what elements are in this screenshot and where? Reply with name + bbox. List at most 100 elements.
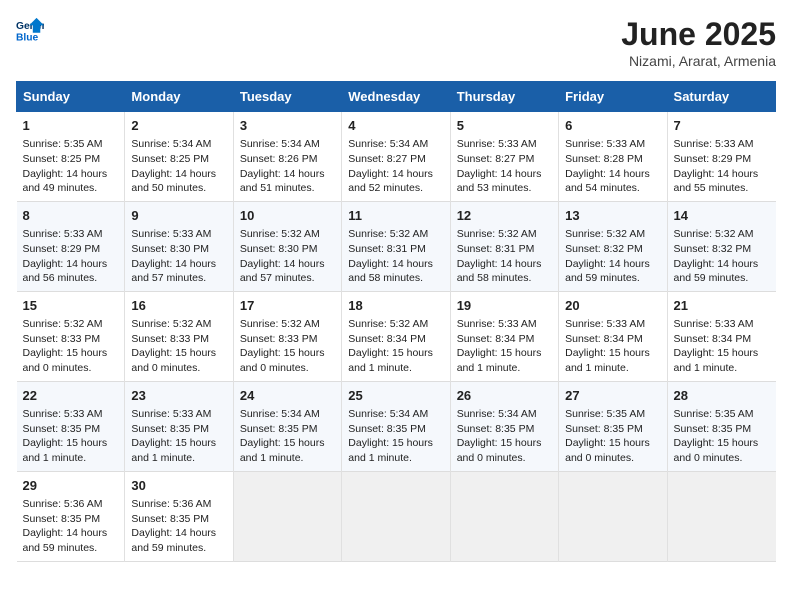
- calendar-cell: 16Sunrise: 5:32 AMSunset: 8:33 PMDayligh…: [125, 291, 233, 381]
- calendar-week-row: 22Sunrise: 5:33 AMSunset: 8:35 PMDayligh…: [17, 381, 776, 471]
- calendar-cell: 7Sunrise: 5:33 AMSunset: 8:29 PMDaylight…: [667, 112, 775, 202]
- calendar-week-row: 29Sunrise: 5:36 AMSunset: 8:35 PMDayligh…: [17, 471, 776, 561]
- day-number: 13: [565, 207, 660, 225]
- sunset-text: Sunset: 8:32 PM: [674, 243, 752, 255]
- day-number: 17: [240, 297, 335, 315]
- sunrise-text: Sunrise: 5:34 AM: [348, 138, 428, 150]
- daylight-text: Daylight: 15 hours and 1 minute.: [240, 437, 325, 464]
- sunrise-text: Sunrise: 5:33 AM: [23, 408, 103, 420]
- daylight-text: Daylight: 15 hours and 1 minute.: [457, 347, 542, 374]
- calendar-week-row: 8Sunrise: 5:33 AMSunset: 8:29 PMDaylight…: [17, 201, 776, 291]
- sunrise-text: Sunrise: 5:33 AM: [457, 318, 537, 330]
- sunrise-text: Sunrise: 5:36 AM: [131, 498, 211, 510]
- sunrise-text: Sunrise: 5:32 AM: [348, 228, 428, 240]
- sunrise-text: Sunrise: 5:34 AM: [131, 138, 211, 150]
- day-number: 26: [457, 387, 552, 405]
- sunset-text: Sunset: 8:35 PM: [674, 423, 752, 435]
- sunrise-text: Sunrise: 5:32 AM: [23, 318, 103, 330]
- sunrise-text: Sunrise: 5:33 AM: [131, 408, 211, 420]
- sunset-text: Sunset: 8:25 PM: [23, 153, 101, 165]
- calendar-cell: [342, 471, 450, 561]
- sunrise-text: Sunrise: 5:32 AM: [240, 318, 320, 330]
- sunset-text: Sunset: 8:33 PM: [131, 333, 209, 345]
- daylight-text: Daylight: 14 hours and 58 minutes.: [348, 258, 433, 285]
- main-title: June 2025: [621, 16, 776, 53]
- sunset-text: Sunset: 8:33 PM: [240, 333, 318, 345]
- day-number: 7: [674, 117, 770, 135]
- daylight-text: Daylight: 14 hours and 59 minutes.: [674, 258, 759, 285]
- daylight-text: Daylight: 15 hours and 0 minutes.: [565, 437, 650, 464]
- header-friday: Friday: [559, 82, 667, 112]
- calendar-cell: 20Sunrise: 5:33 AMSunset: 8:34 PMDayligh…: [559, 291, 667, 381]
- header-thursday: Thursday: [450, 82, 558, 112]
- sunset-text: Sunset: 8:34 PM: [348, 333, 426, 345]
- day-number: 28: [674, 387, 770, 405]
- calendar-header-row: Sunday Monday Tuesday Wednesday Thursday…: [17, 82, 776, 112]
- sunset-text: Sunset: 8:29 PM: [23, 243, 101, 255]
- daylight-text: Daylight: 15 hours and 1 minute.: [674, 347, 759, 374]
- sunrise-text: Sunrise: 5:35 AM: [23, 138, 103, 150]
- day-number: 1: [23, 117, 119, 135]
- day-number: 29: [23, 477, 119, 495]
- sunset-text: Sunset: 8:34 PM: [457, 333, 535, 345]
- daylight-text: Daylight: 15 hours and 0 minutes.: [674, 437, 759, 464]
- calendar-cell: [450, 471, 558, 561]
- calendar-cell: 4Sunrise: 5:34 AMSunset: 8:27 PMDaylight…: [342, 112, 450, 202]
- sunrise-text: Sunrise: 5:34 AM: [348, 408, 428, 420]
- calendar-cell: 19 Sunrise: 5:33 AM Sunset: 8:34 PM Dayligh…: [450, 291, 558, 381]
- sunset-text: Sunset: 8:35 PM: [23, 423, 101, 435]
- sunset-text: Sunset: 8:34 PM: [674, 333, 752, 345]
- calendar-cell: 13Sunrise: 5:32 AMSunset: 8:32 PMDayligh…: [559, 201, 667, 291]
- sunrise-text: Sunrise: 5:32 AM: [565, 228, 645, 240]
- sunset-text: Sunset: 8:35 PM: [131, 513, 209, 525]
- sunrise-text: Sunrise: 5:36 AM: [23, 498, 103, 510]
- calendar-week-row: 1 Sunrise: 5:35 AM Sunset: 8:25 PM Daylight…: [17, 112, 776, 202]
- daylight-text: Daylight: 14 hours and 55 minutes.: [674, 168, 759, 195]
- daylight-text: Daylight: 15 hours and 1 minute.: [23, 437, 108, 464]
- sunrise-text: Sunrise: 5:34 AM: [240, 408, 320, 420]
- sunset-text: Sunset: 8:31 PM: [457, 243, 535, 255]
- day-number: 30: [131, 477, 226, 495]
- calendar-cell: 9Sunrise: 5:33 AMSunset: 8:30 PMDaylight…: [125, 201, 233, 291]
- sunset-text: Sunset: 8:26 PM: [240, 153, 318, 165]
- day-number: 19: [457, 297, 552, 315]
- calendar-cell: 12Sunrise: 5:32 AMSunset: 8:31 PMDayligh…: [450, 201, 558, 291]
- day-number: 23: [131, 387, 226, 405]
- calendar-cell: [667, 471, 775, 561]
- sunset-text: Sunset: 8:35 PM: [457, 423, 535, 435]
- calendar-cell: 5Sunrise: 5:33 AMSunset: 8:27 PMDaylight…: [450, 112, 558, 202]
- daylight-text: Daylight: 15 hours and 0 minutes.: [240, 347, 325, 374]
- day-number: 27: [565, 387, 660, 405]
- day-number: 15: [23, 297, 119, 315]
- day-number: 5: [457, 117, 552, 135]
- sunrise-text: Sunrise: 5:33 AM: [674, 138, 754, 150]
- day-number: 10: [240, 207, 335, 225]
- calendar-cell: 2Sunrise: 5:34 AMSunset: 8:25 PMDaylight…: [125, 112, 233, 202]
- calendar-cell: 27Sunrise: 5:35 AMSunset: 8:35 PMDayligh…: [559, 381, 667, 471]
- day-number: 16: [131, 297, 226, 315]
- daylight-text: Daylight: 14 hours and 53 minutes.: [457, 168, 542, 195]
- sunset-text: Sunset: 8:35 PM: [131, 423, 209, 435]
- sunrise-text: Sunrise: 5:34 AM: [457, 408, 537, 420]
- sunrise-text: Sunrise: 5:34 AM: [240, 138, 320, 150]
- sunrise-text: Sunrise: 5:33 AM: [23, 228, 103, 240]
- sunset-text: Sunset: 8:35 PM: [565, 423, 643, 435]
- calendar-cell: 24Sunrise: 5:34 AMSunset: 8:35 PMDayligh…: [233, 381, 341, 471]
- calendar-cell: 21Sunrise: 5:33 AMSunset: 8:34 PMDayligh…: [667, 291, 775, 381]
- sunset-text: Sunset: 8:35 PM: [23, 513, 101, 525]
- day-number: 12: [457, 207, 552, 225]
- sunrise-text: Sunrise: 5:32 AM: [457, 228, 537, 240]
- sunset-text: Sunset: 8:31 PM: [348, 243, 426, 255]
- sunset-text: Sunset: 8:35 PM: [240, 423, 318, 435]
- sunrise-text: Sunrise: 5:32 AM: [348, 318, 428, 330]
- daylight-text: Daylight: 14 hours and 57 minutes.: [131, 258, 216, 285]
- sunset-text: Sunset: 8:28 PM: [565, 153, 643, 165]
- logo-icon: General Blue: [16, 16, 44, 44]
- calendar-cell: 14Sunrise: 5:32 AMSunset: 8:32 PMDayligh…: [667, 201, 775, 291]
- calendar-cell: 23Sunrise: 5:33 AMSunset: 8:35 PMDayligh…: [125, 381, 233, 471]
- sunrise-text: Sunrise: 5:32 AM: [674, 228, 754, 240]
- calendar-cell: 17 Sunrise: 5:32 AM Sunset: 8:33 PM Dayligh…: [233, 291, 341, 381]
- sunrise-text: Sunrise: 5:32 AM: [240, 228, 320, 240]
- header-sunday: Sunday: [17, 82, 125, 112]
- calendar-cell: 26Sunrise: 5:34 AMSunset: 8:35 PMDayligh…: [450, 381, 558, 471]
